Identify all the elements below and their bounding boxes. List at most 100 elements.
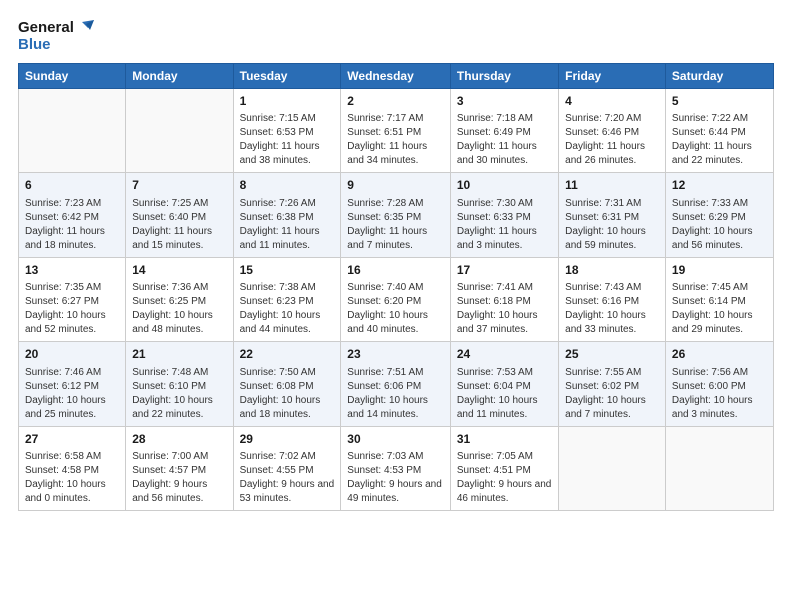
day-info: Sunrise: 7:26 AM Sunset: 6:38 PM Dayligh… bbox=[240, 197, 335, 253]
day-info: Sunrise: 7:53 AM Sunset: 6:04 PM Dayligh… bbox=[457, 366, 552, 422]
day-number: 27 bbox=[25, 431, 119, 448]
table-row: 1 Sunrise: 7:15 AM Sunset: 6:53 PM Daylig… bbox=[233, 89, 341, 173]
calendar-week-row: 1 Sunrise: 7:15 AM Sunset: 6:53 PM Daylig… bbox=[19, 89, 774, 173]
table-row: 9 Sunrise: 7:28 AM Sunset: 6:35 PM Daylig… bbox=[341, 173, 451, 257]
day-info: Sunrise: 7:45 AM Sunset: 6:14 PM Dayligh… bbox=[672, 281, 767, 337]
day-info: Sunrise: 7:55 AM Sunset: 6:02 PM Dayligh… bbox=[565, 366, 659, 422]
col-tuesday: Tuesday bbox=[233, 64, 341, 89]
day-number: 14 bbox=[132, 262, 226, 279]
day-number: 20 bbox=[25, 346, 119, 363]
day-info: Sunrise: 7:23 AM Sunset: 6:42 PM Dayligh… bbox=[25, 197, 119, 253]
day-info: Sunrise: 7:40 AM Sunset: 6:20 PM Dayligh… bbox=[347, 281, 444, 337]
day-number: 21 bbox=[132, 346, 226, 363]
table-row: 13 Sunrise: 7:35 AM Sunset: 6:27 PM Dayli… bbox=[19, 257, 126, 341]
day-number: 22 bbox=[240, 346, 335, 363]
day-number: 10 bbox=[457, 177, 552, 194]
table-row: 23 Sunrise: 7:51 AM Sunset: 6:06 PM Dayli… bbox=[341, 342, 451, 426]
header: General Blue bbox=[18, 18, 774, 53]
table-row: 10 Sunrise: 7:30 AM Sunset: 6:33 PM Dayli… bbox=[450, 173, 558, 257]
table-row: 21 Sunrise: 7:48 AM Sunset: 6:10 PM Dayli… bbox=[126, 342, 233, 426]
col-thursday: Thursday bbox=[450, 64, 558, 89]
table-row bbox=[19, 89, 126, 173]
day-number: 29 bbox=[240, 431, 335, 448]
table-row: 20 Sunrise: 7:46 AM Sunset: 6:12 PM Dayli… bbox=[19, 342, 126, 426]
day-info: Sunrise: 7:22 AM Sunset: 6:44 PM Dayligh… bbox=[672, 112, 767, 168]
day-number: 9 bbox=[347, 177, 444, 194]
day-number: 15 bbox=[240, 262, 335, 279]
day-info: Sunrise: 7:31 AM Sunset: 6:31 PM Dayligh… bbox=[565, 197, 659, 253]
table-row: 22Sunrise: 7:50 AM Sunset: 6:08 PM Dayli… bbox=[233, 342, 341, 426]
day-info: Sunrise: 7:05 AM Sunset: 4:51 PM Dayligh… bbox=[457, 450, 552, 506]
table-row: 15 Sunrise: 7:38 AM Sunset: 6:23 PM Dayli… bbox=[233, 257, 341, 341]
day-number: 19 bbox=[672, 262, 767, 279]
table-row: 30 Sunrise: 7:03 AM Sunset: 4:53 PM Dayli… bbox=[341, 426, 451, 510]
day-number: 8 bbox=[240, 177, 335, 194]
col-wednesday: Wednesday bbox=[341, 64, 451, 89]
calendar-header-row: Sunday Monday Tuesday Wednesday Thursday… bbox=[19, 64, 774, 89]
table-row: 16 Sunrise: 7:40 AM Sunset: 6:20 PM Dayli… bbox=[341, 257, 451, 341]
col-friday: Friday bbox=[559, 64, 666, 89]
day-info: Sunrise: 7:33 AM Sunset: 6:29 PM Dayligh… bbox=[672, 197, 767, 253]
logo-blue: Blue bbox=[18, 36, 51, 53]
calendar-week-row: 27Sunrise: 6:58 AM Sunset: 4:58 PM Dayli… bbox=[19, 426, 774, 510]
table-row: 17 Sunrise: 7:41 AM Sunset: 6:18 PM Dayli… bbox=[450, 257, 558, 341]
day-number: 7 bbox=[132, 177, 226, 194]
day-info: Sunrise: 7:28 AM Sunset: 6:35 PM Dayligh… bbox=[347, 197, 444, 253]
day-number: 6 bbox=[25, 177, 119, 194]
table-row: 19 Sunrise: 7:45 AM Sunset: 6:14 PM Dayli… bbox=[665, 257, 773, 341]
day-info: Sunrise: 7:46 AM Sunset: 6:12 PM Dayligh… bbox=[25, 366, 119, 422]
table-row: 7Sunrise: 7:25 AM Sunset: 6:40 PM Daylig… bbox=[126, 173, 233, 257]
table-row bbox=[126, 89, 233, 173]
table-row: 2 Sunrise: 7:17 AM Sunset: 6:51 PM Daylig… bbox=[341, 89, 451, 173]
day-number: 11 bbox=[565, 177, 659, 194]
table-row: 28Sunrise: 7:00 AM Sunset: 4:57 PM Dayli… bbox=[126, 426, 233, 510]
day-info: Sunrise: 7:38 AM Sunset: 6:23 PM Dayligh… bbox=[240, 281, 335, 337]
day-info: Sunrise: 7:17 AM Sunset: 6:51 PM Dayligh… bbox=[347, 112, 444, 168]
day-info: Sunrise: 7:20 AM Sunset: 6:46 PM Dayligh… bbox=[565, 112, 659, 168]
day-number: 28 bbox=[132, 431, 226, 448]
day-info: Sunrise: 7:15 AM Sunset: 6:53 PM Dayligh… bbox=[240, 112, 335, 168]
table-row: 5 Sunrise: 7:22 AM Sunset: 6:44 PM Daylig… bbox=[665, 89, 773, 173]
day-number: 26 bbox=[672, 346, 767, 363]
table-row: 31 Sunrise: 7:05 AM Sunset: 4:51 PM Dayli… bbox=[450, 426, 558, 510]
col-sunday: Sunday bbox=[19, 64, 126, 89]
day-info: Sunrise: 7:02 AM Sunset: 4:55 PM Dayligh… bbox=[240, 450, 335, 506]
day-number: 24 bbox=[457, 346, 552, 363]
day-info: Sunrise: 7:30 AM Sunset: 6:33 PM Dayligh… bbox=[457, 197, 552, 253]
table-row: 29 Sunrise: 7:02 AM Sunset: 4:55 PM Dayli… bbox=[233, 426, 341, 510]
day-number: 4 bbox=[565, 93, 659, 110]
day-number: 23 bbox=[347, 346, 444, 363]
day-info: Sunrise: 7:48 AM Sunset: 6:10 PM Dayligh… bbox=[132, 366, 226, 422]
day-number: 3 bbox=[457, 93, 552, 110]
calendar-table: Sunday Monday Tuesday Wednesday Thursday… bbox=[18, 63, 774, 511]
day-number: 17 bbox=[457, 262, 552, 279]
table-row: 24 Sunrise: 7:53 AM Sunset: 6:04 PM Dayli… bbox=[450, 342, 558, 426]
day-info: Sunrise: 7:56 AM Sunset: 6:00 PM Dayligh… bbox=[672, 366, 767, 422]
day-info: Sunrise: 7:51 AM Sunset: 6:06 PM Dayligh… bbox=[347, 366, 444, 422]
table-row: 14 Sunrise: 7:36 AM Sunset: 6:25 PM Dayli… bbox=[126, 257, 233, 341]
day-info: Sunrise: 7:35 AM Sunset: 6:27 PM Dayligh… bbox=[25, 281, 119, 337]
table-row: 12 Sunrise: 7:33 AM Sunset: 6:29 PM Dayli… bbox=[665, 173, 773, 257]
table-row: 3 Sunrise: 7:18 AM Sunset: 6:49 PM Daylig… bbox=[450, 89, 558, 173]
day-info: Sunrise: 7:36 AM Sunset: 6:25 PM Dayligh… bbox=[132, 281, 226, 337]
logo-general: General bbox=[18, 19, 74, 36]
col-saturday: Saturday bbox=[665, 64, 773, 89]
table-row: 11 Sunrise: 7:31 AM Sunset: 6:31 PM Dayli… bbox=[559, 173, 666, 257]
day-info: Sunrise: 7:41 AM Sunset: 6:18 PM Dayligh… bbox=[457, 281, 552, 337]
day-info: Sunrise: 7:43 AM Sunset: 6:16 PM Dayligh… bbox=[565, 281, 659, 337]
calendar-week-row: 13 Sunrise: 7:35 AM Sunset: 6:27 PM Dayli… bbox=[19, 257, 774, 341]
day-number: 16 bbox=[347, 262, 444, 279]
day-number: 18 bbox=[565, 262, 659, 279]
table-row bbox=[665, 426, 773, 510]
day-info: Sunrise: 7:03 AM Sunset: 4:53 PM Dayligh… bbox=[347, 450, 444, 506]
day-number: 31 bbox=[457, 431, 552, 448]
day-number: 30 bbox=[347, 431, 444, 448]
logo-bird-icon bbox=[76, 18, 94, 36]
day-number: 12 bbox=[672, 177, 767, 194]
day-number: 13 bbox=[25, 262, 119, 279]
day-number: 2 bbox=[347, 93, 444, 110]
day-number: 5 bbox=[672, 93, 767, 110]
table-row bbox=[559, 426, 666, 510]
day-info: Sunrise: 7:18 AM Sunset: 6:49 PM Dayligh… bbox=[457, 112, 552, 168]
day-number: 1 bbox=[240, 93, 335, 110]
